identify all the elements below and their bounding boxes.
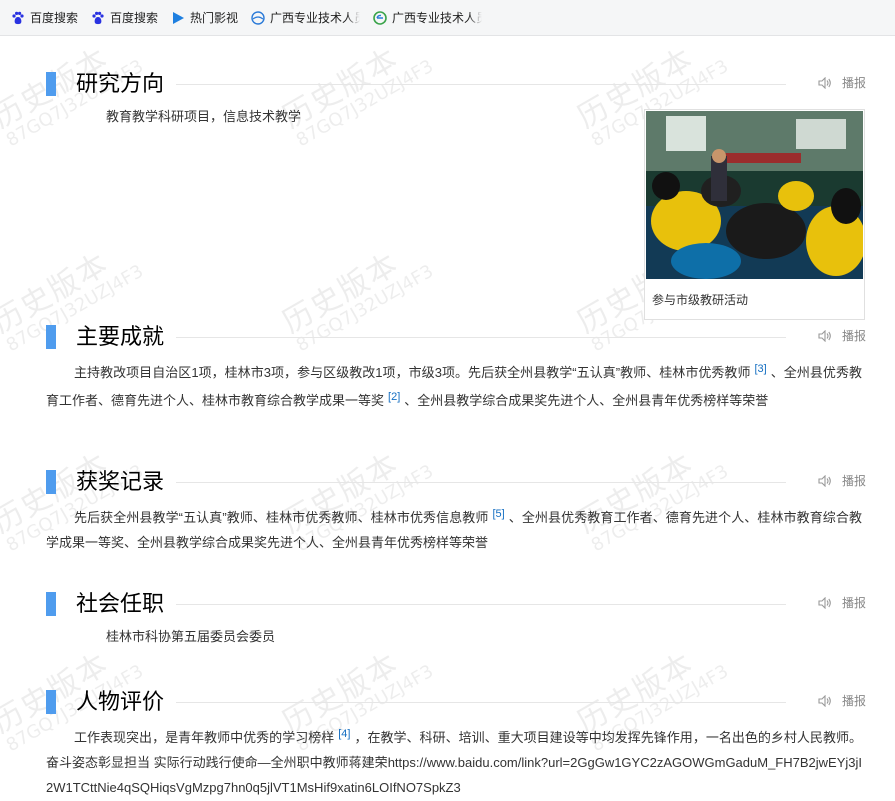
speaker-icon — [818, 596, 831, 609]
play-label: 播报 — [841, 596, 866, 610]
section-text: 工作表现突出，是青年教师中优秀的学习榜样 [4] ，在教学、科研、培训、重大项目建设… — [46, 728, 862, 795]
section-text: 先后获全州县教学“五认真”教师、桂林市优秀教师、桂林市优秀信息教师 [5] 、全州县… — [46, 508, 862, 550]
bookmark-label: 百度搜索 — [30, 11, 79, 25]
section-title: 获奖记录 — [76, 469, 165, 494]
heading-accent-bar — [46, 72, 56, 96]
bookmark-label: 广西专业技术人员 — [392, 11, 483, 25]
section-text: 教育教学科研项目，信息技术教学 — [106, 109, 302, 124]
heading-divider — [176, 702, 786, 703]
heading-divider — [176, 337, 786, 338]
citation-link[interactable]: [2] — [388, 391, 400, 403]
heading-accent-bar — [46, 592, 56, 616]
section-heading: 研究方向 播报 — [46, 69, 866, 99]
section-achievements: 主要成就 播报 主持教改项目自治区1项，桂林市3项，参与区级教改1项，市级3项。… — [46, 322, 866, 413]
section-heading: 社会任职 播报 — [46, 589, 866, 619]
citation-link[interactable]: [4] — [338, 728, 350, 740]
play-audio-button[interactable]: 播报 — [818, 692, 866, 709]
play-audio-button[interactable]: 播报 — [818, 472, 866, 489]
speaker-icon — [818, 694, 831, 707]
play-label: 播报 — [841, 329, 866, 343]
section-title: 主要成就 — [76, 324, 165, 349]
play-label: 播报 — [841, 694, 866, 708]
citation-link[interactable]: [3] — [755, 363, 767, 375]
section-heading: 人物评价 播报 — [46, 687, 866, 717]
bookmark-label: 热门影视 — [190, 11, 239, 25]
bookmark-label: 广西专业技术人员 — [270, 11, 361, 25]
play-audio-button[interactable]: 播报 — [818, 327, 866, 344]
heading-accent-bar — [46, 325, 56, 349]
heading-divider — [176, 84, 786, 85]
section-text: 主持教改项目自治区1项，桂林市3项，参与区级教改1项，市级3项。先后获全州县教学… — [46, 363, 862, 408]
section-text: 桂林市科协第五届委员会委员 — [106, 629, 276, 644]
section-social-roles: 社会任职 播报 桂林市科协第五届委员会委员 — [46, 589, 866, 649]
play-audio-button[interactable]: 播报 — [818, 594, 866, 611]
globe-icon — [251, 10, 265, 25]
heading-divider — [176, 604, 786, 605]
heading-divider — [176, 482, 786, 483]
heading-accent-bar — [46, 470, 56, 494]
section-evaluation: 人物评价 播报 工作表现突出，是青年教师中优秀的学习榜样 [4] ，在教学、科研、培… — [46, 687, 866, 800]
bookmark-label: 百度搜索 — [110, 11, 159, 25]
section-heading: 主要成就 播报 — [46, 322, 866, 352]
photo-card[interactable]: 参与市级教研活动 — [644, 109, 865, 320]
baidu-paw-icon — [12, 11, 24, 24]
speaker-icon — [818, 76, 831, 89]
bookmark-guangxi-pro-1[interactable]: 广西专业技术人员 — [246, 5, 365, 31]
play-audio-button[interactable]: 播报 — [818, 74, 866, 91]
section-title: 研究方向 — [76, 71, 165, 96]
photo-caption: 参与市级教研活动 — [652, 293, 749, 307]
bookmarks-bar: 百度搜索 百度搜索 热门影视 广西专业技术人员 广西专业技术人员 — [0, 0, 895, 36]
citation-link[interactable]: [5] — [492, 508, 504, 520]
section-title: 社会任职 — [76, 591, 165, 616]
bookmark-hot-videos[interactable]: 热门影视 — [166, 5, 243, 31]
video-play-icon — [173, 11, 185, 24]
play-label: 播报 — [841, 474, 866, 488]
bookmark-baidu-search-2[interactable]: 百度搜索 — [86, 5, 163, 31]
baidu-paw-icon — [92, 11, 104, 24]
speaker-icon — [818, 474, 831, 487]
section-heading: 获奖记录 播报 — [46, 467, 866, 497]
bookmark-guangxi-pro-2[interactable]: 广西专业技术人员 — [368, 5, 487, 31]
browser-e-icon — [373, 10, 387, 25]
play-label: 播报 — [841, 76, 866, 90]
speaker-icon — [818, 329, 831, 342]
classroom-photo[interactable] — [646, 111, 863, 279]
heading-accent-bar — [46, 690, 56, 714]
bookmark-baidu-search-1[interactable]: 百度搜索 — [6, 5, 83, 31]
section-awards: 获奖记录 播报 先后获全州县教学“五认真”教师、桂林市优秀教师、桂林市优秀信息教… — [46, 467, 866, 555]
section-title: 人物评价 — [76, 689, 165, 714]
